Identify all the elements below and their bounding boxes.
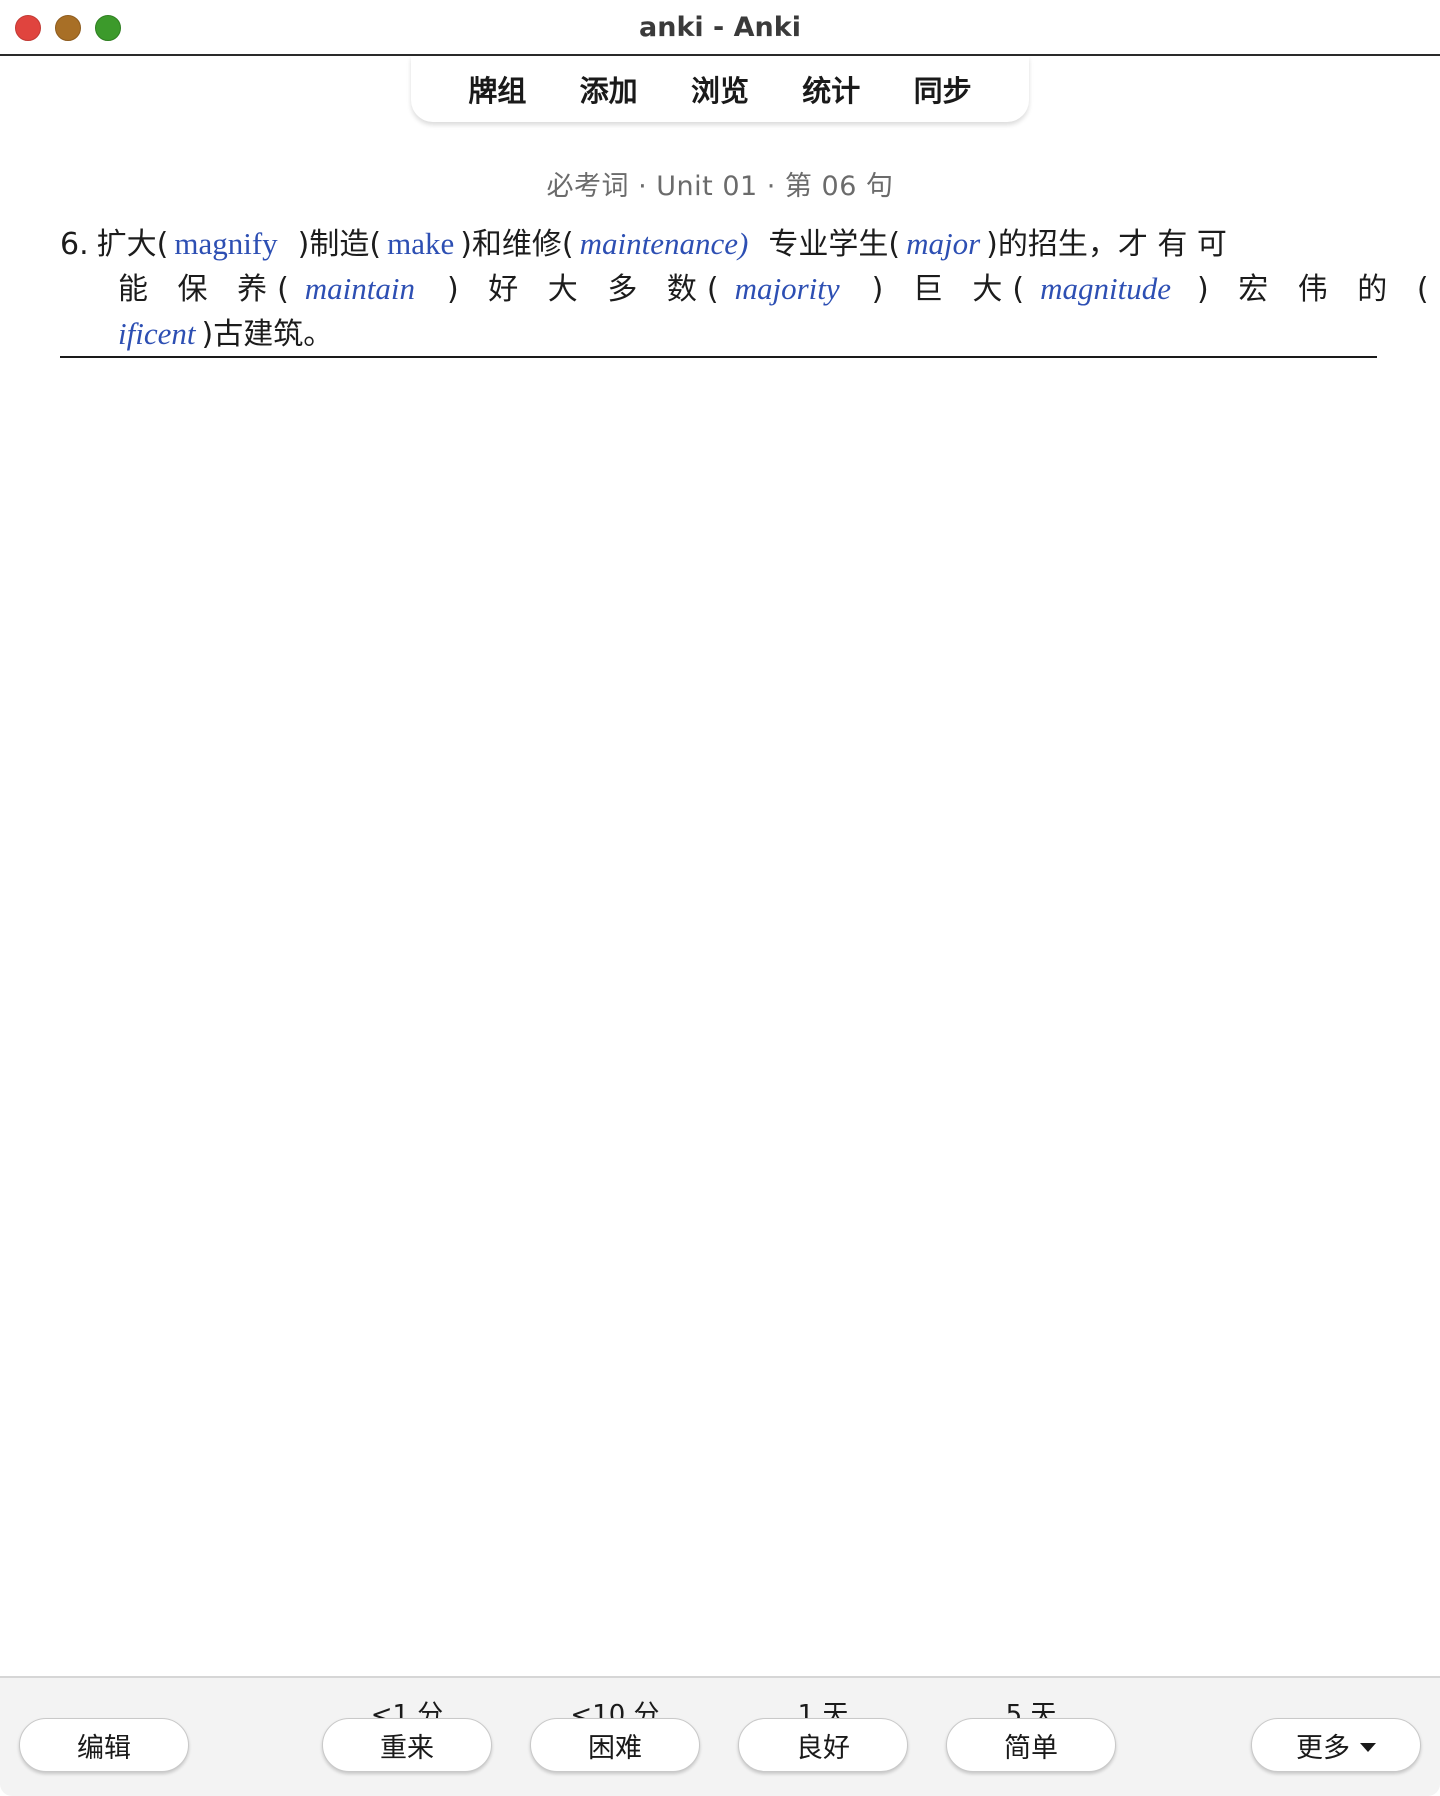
answer-word: major (906, 226, 981, 261)
hard-button[interactable]: 困难 (530, 1718, 700, 1772)
sentence-text: ) 宏 伟 的 ( (1197, 272, 1439, 307)
main-toolbar: 牌组 添加 浏览 统计 同步 (411, 56, 1029, 122)
sentence-line-2: 能 保 养(maintain ) 好 大 多 数(majority ) 巨 大(ma… (60, 267, 1429, 312)
sentence-text: )制造( (297, 227, 382, 262)
caret-down-icon (1360, 1742, 1376, 1752)
sentence-text: )的招生，才 有 可 (986, 227, 1227, 262)
answer-word: make (387, 226, 455, 261)
again-button[interactable]: 重来 (322, 1718, 492, 1772)
sentence-line-3: ificent)古建筑。 (60, 312, 1380, 357)
edit-button[interactable]: 编辑 (19, 1718, 189, 1772)
sentence-text: ) 巨 大( (871, 272, 1035, 307)
easy-button[interactable]: 简单 (946, 1718, 1116, 1772)
anki-window: anki - Anki 牌组 添加 浏览 统计 同步 必考词 · Unit 01… (0, 0, 1440, 1796)
toolbar-add[interactable]: 添加 (574, 68, 644, 110)
toolbar-decks[interactable]: 牌组 (462, 68, 532, 110)
answer-word: ificent (118, 316, 196, 351)
title-bar: anki - Anki (0, 0, 1440, 56)
good-button[interactable]: 良好 (738, 1718, 908, 1772)
answer-divider (60, 356, 1377, 358)
answer-word: majority (734, 271, 840, 306)
sentence-text: )和维修( (460, 227, 574, 262)
answer-word: maintenance) (579, 226, 749, 261)
sentence-text: 专业学生( (768, 227, 901, 262)
window-title: anki - Anki (639, 12, 801, 43)
more-label: 更多 (1296, 1732, 1350, 1764)
answer-word: magnify (174, 226, 278, 261)
sentence-text: )古建筑。 (201, 317, 334, 352)
sentence-text: ) 好 大 多 数( (447, 272, 729, 307)
answer-word: maintain (304, 271, 416, 306)
sentence-text: 扩大( (96, 227, 169, 262)
sentence-line-1: 6. 扩大(magnify )制造(make)和维修(maintenance) 专业学… (60, 222, 1380, 267)
more-button[interactable]: 更多 (1251, 1718, 1421, 1772)
toolbar-stats[interactable]: 统计 (796, 68, 866, 110)
answer-word: magnitude (1040, 271, 1171, 306)
answer-bar: 编辑 <1 分 重来 <10 分 困难 1 天 良好 5 天 简单 更多 (0, 1676, 1440, 1796)
sentence-text: 能 保 养( (118, 272, 299, 307)
sentence-number: 6. (60, 227, 89, 262)
toolbar-browse[interactable]: 浏览 (685, 68, 755, 110)
card-sentence: 6. 扩大(magnify )制造(make)和维修(maintenance) 专业学… (60, 222, 1429, 357)
deck-path: 必考词 · Unit 01 · 第 06 句 (546, 171, 894, 202)
toolbar-sync[interactable]: 同步 (908, 68, 978, 110)
